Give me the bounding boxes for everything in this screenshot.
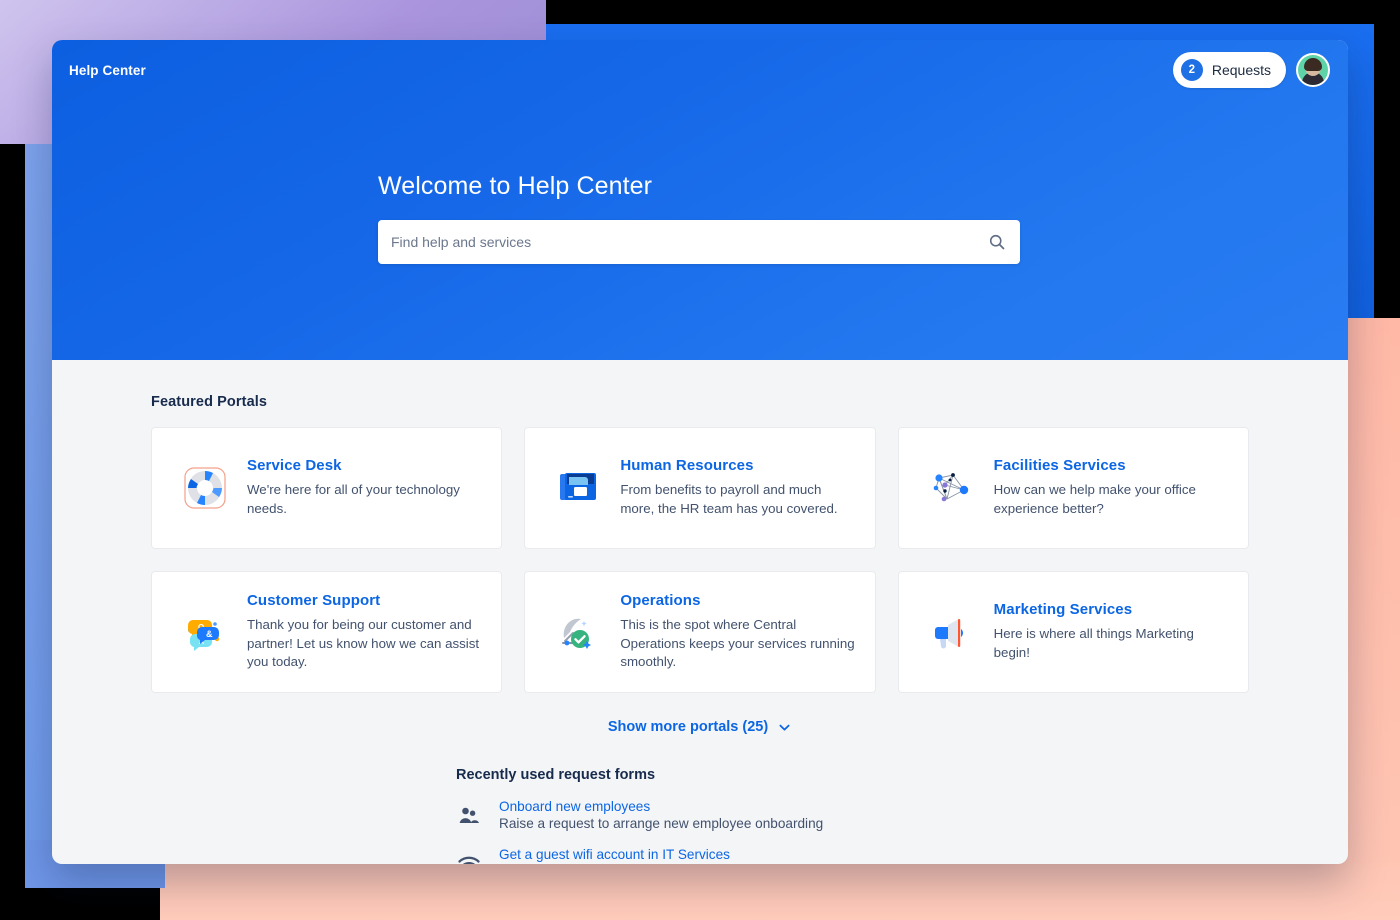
avatar[interactable] (1296, 53, 1330, 87)
network-nodes-icon (924, 460, 980, 516)
portal-text-operations: Operations This is the spot where Centra… (620, 592, 858, 673)
featured-portals-grid: Service Desk We're here for all of your … (151, 427, 1249, 693)
filing-cabinet-icon (550, 460, 606, 516)
portal-text-human-resources: Human Resources From benefits to payroll… (620, 457, 858, 519)
wifi-icon (456, 851, 482, 864)
chevron-down-icon (777, 720, 792, 735)
megaphone-icon (924, 604, 980, 660)
background-block-peach-bottom (160, 863, 1400, 920)
portal-card-marketing-services[interactable]: Marketing Services Here is where all thi… (898, 571, 1249, 693)
portal-card-human-resources[interactable]: Human Resources From benefits to payroll… (524, 427, 875, 549)
show-more-portals-label: Show more portals (25) (608, 719, 768, 735)
requests-count-badge: 2 (1181, 59, 1203, 81)
page-title: Welcome to Help Center (378, 172, 1348, 201)
portal-title: Service Desk (247, 457, 485, 474)
portal-description: Here is where all things Marketing begin… (994, 625, 1232, 663)
svg-text:&: & (206, 629, 213, 639)
request-form-link[interactable]: Onboard new employees (499, 799, 823, 814)
show-more-portals-button[interactable]: Show more portals (25) (608, 719, 792, 735)
hero-banner: Help Center 2 Requests Welcome to Help C… (52, 40, 1348, 360)
qa-speech-bubbles-icon: Q A & (177, 604, 233, 660)
portal-title: Operations (620, 592, 858, 609)
people-icon (456, 803, 482, 829)
request-form-text-onboard: Onboard new employees Raise a request to… (499, 799, 823, 831)
search-icon (988, 233, 1006, 251)
portal-description: We're here for all of your technology ne… (247, 481, 485, 519)
portal-description: How can we help make your office experie… (994, 481, 1232, 519)
portal-card-service-desk[interactable]: Service Desk We're here for all of your … (151, 427, 502, 549)
recently-used-forms-heading: Recently used request forms (456, 767, 1249, 783)
show-more-row: Show more portals (25) (151, 719, 1249, 735)
top-bar: Help Center 2 Requests (52, 40, 1348, 100)
lifebuoy-icon (177, 460, 233, 516)
brand-title: Help Center (68, 63, 146, 78)
top-bar-actions: 2 Requests (1173, 52, 1330, 88)
recently-used-forms-section: Recently used request forms Onboard new … (151, 767, 1249, 864)
help-center-window: Help Center 2 Requests Welcome to Help C… (52, 40, 1348, 864)
search-input[interactable] (391, 234, 988, 250)
request-form-item-onboard[interactable]: Onboard new employees Raise a request to… (456, 799, 1249, 831)
portal-description: From benefits to payroll and much more, … (620, 481, 858, 519)
portal-card-customer-support[interactable]: Q A & Customer Support Thank you for bei… (151, 571, 502, 693)
avatar-hair (1304, 58, 1322, 71)
portal-description: Thank you for being our customer and par… (247, 616, 485, 673)
portal-title: Facilities Services (994, 457, 1232, 474)
portal-card-operations[interactable]: Operations This is the spot where Centra… (524, 571, 875, 693)
portal-title: Human Resources (620, 457, 858, 474)
portal-text-facilities-services: Facilities Services How can we help make… (994, 457, 1232, 519)
request-form-description: Raise a request to arrange new employee … (499, 816, 823, 831)
request-form-text-guest-wifi: Get a guest wifi account in IT Services (499, 847, 730, 864)
portal-title: Marketing Services (994, 601, 1232, 618)
requests-label: Requests (1212, 62, 1271, 78)
portal-title: Customer Support (247, 592, 485, 609)
requests-button[interactable]: 2 Requests (1173, 52, 1286, 88)
portal-description: This is the spot where Central Operation… (620, 616, 858, 673)
request-form-link[interactable]: Get a guest wifi account in IT Services (499, 847, 730, 862)
portal-text-marketing-services: Marketing Services Here is where all thi… (994, 601, 1232, 663)
request-form-item-guest-wifi[interactable]: Get a guest wifi account in IT Services (456, 847, 1249, 864)
portal-card-facilities-services[interactable]: Facilities Services How can we help make… (898, 427, 1249, 549)
portal-text-customer-support: Customer Support Thank you for being our… (247, 592, 485, 673)
portal-text-service-desk: Service Desk We're here for all of your … (247, 457, 485, 519)
main-content: Featured Portals Service Desk (52, 360, 1348, 864)
operations-check-icon (550, 604, 606, 660)
featured-portals-heading: Featured Portals (151, 394, 1249, 410)
search-bar[interactable] (378, 220, 1020, 264)
